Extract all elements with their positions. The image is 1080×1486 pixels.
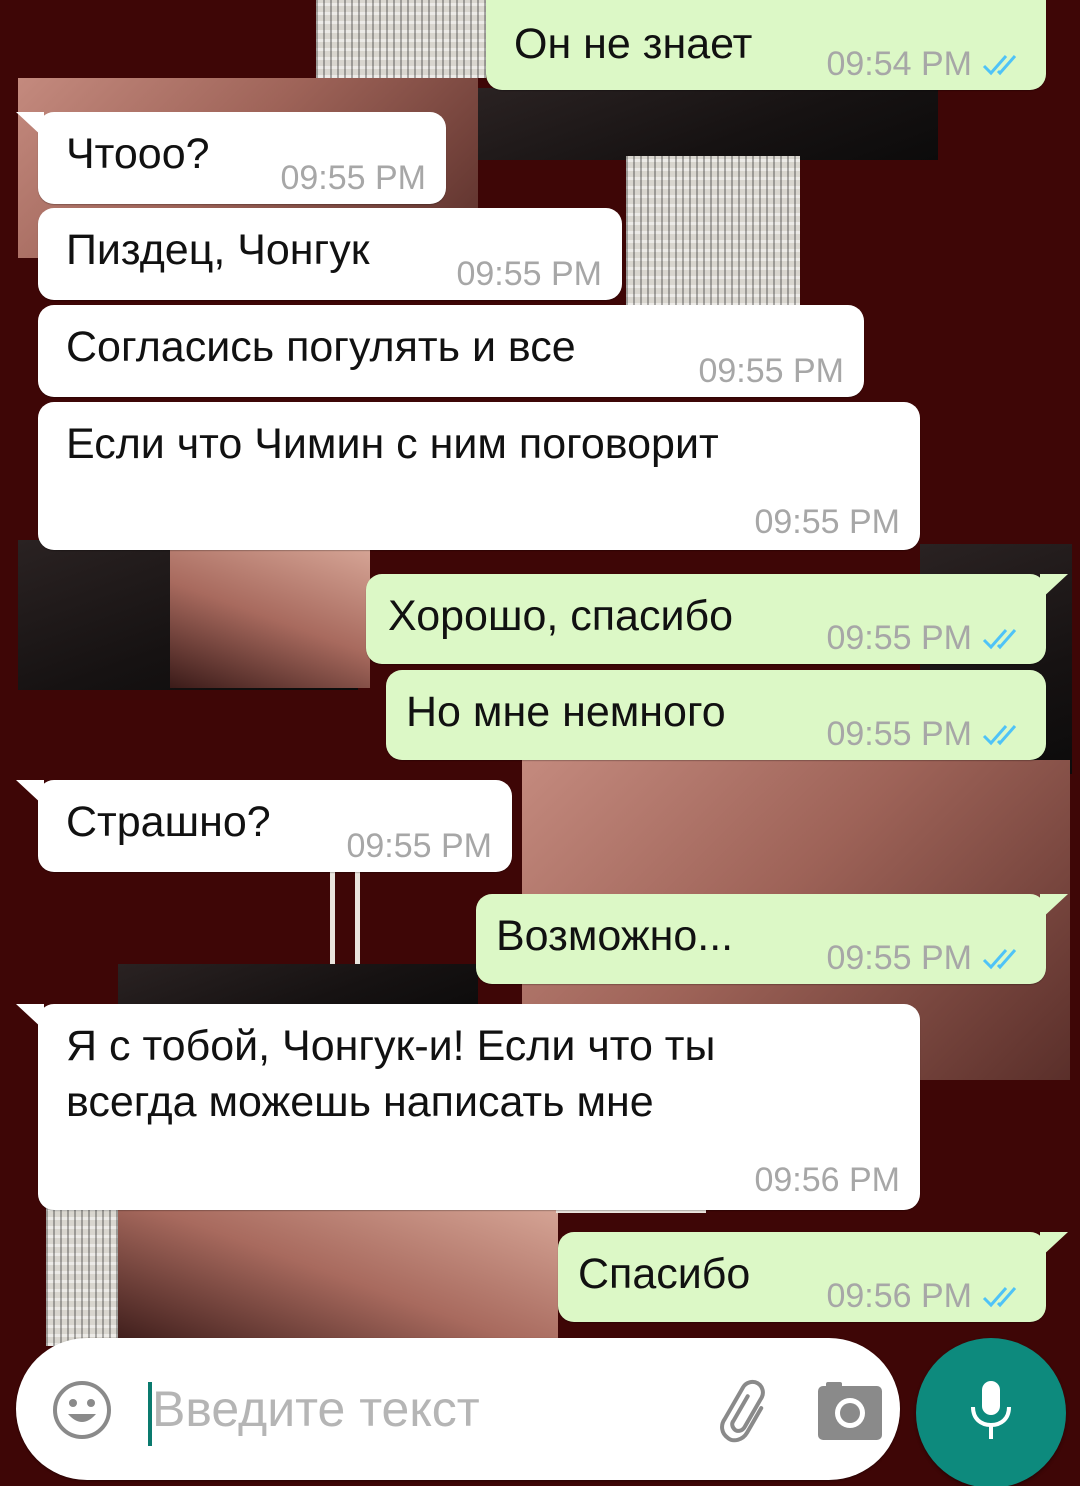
mic-button[interactable] bbox=[916, 1338, 1066, 1486]
message-text: Возможно... bbox=[496, 912, 734, 960]
message-time: 09:55 PM bbox=[826, 939, 972, 977]
message-bubble-outgoing[interactable]: Спасибо 09:56 PM bbox=[558, 1232, 1068, 1322]
read-ticks-icon bbox=[982, 626, 1024, 652]
message-text: Он не знает bbox=[514, 20, 753, 68]
read-ticks-icon bbox=[982, 946, 1024, 972]
message-time: 09:55 PM bbox=[280, 159, 426, 197]
message-bubble-incoming[interactable]: Чтооо? 09:55 PM bbox=[16, 112, 446, 204]
bubble-tail bbox=[16, 1004, 44, 1030]
message-meta: 09:56 PM bbox=[826, 1277, 1024, 1316]
bubble-tail bbox=[16, 112, 44, 138]
message-meta: 09:55 PM bbox=[826, 939, 1024, 978]
wallpaper-newspaper-scrap bbox=[316, 0, 486, 78]
read-ticks-icon bbox=[982, 1284, 1024, 1310]
wallpaper-newspaper-scrap bbox=[46, 1206, 118, 1346]
message-composer bbox=[16, 1338, 900, 1480]
paperclip-icon[interactable] bbox=[712, 1378, 782, 1448]
message-time: 09:55 PM bbox=[346, 827, 492, 865]
message-meta: 09:55 PM bbox=[826, 619, 1024, 658]
bubble-tail bbox=[1040, 574, 1068, 600]
message-input[interactable] bbox=[152, 1368, 682, 1450]
message-bubble-outgoing[interactable]: Хорошо, спасибо 09:55 PM bbox=[366, 574, 1068, 664]
read-ticks-icon bbox=[982, 722, 1024, 748]
message-meta: 09:55 PM bbox=[346, 827, 492, 866]
message-text: Страшно? bbox=[66, 798, 271, 846]
message-meta: 09:56 PM bbox=[754, 1161, 900, 1200]
message-text: Пиздец, Чонгук bbox=[66, 226, 370, 274]
wallpaper-photo-hands bbox=[170, 548, 370, 688]
message-meta: 09:55 PM bbox=[456, 255, 602, 294]
message-bubble-incoming[interactable]: Согласись погулять и все 09:55 PM bbox=[38, 305, 864, 397]
wallpaper-frame bbox=[556, 1208, 706, 1222]
bubble-tail bbox=[1040, 894, 1068, 920]
message-time: 09:54 PM bbox=[826, 45, 972, 83]
bubble-tail bbox=[16, 780, 44, 806]
message-text: Согласись погулять и все bbox=[66, 323, 576, 371]
message-bubble-incoming[interactable]: Я с тобой, Чонгук-и! Если что ты всегда … bbox=[16, 1004, 920, 1210]
wallpaper-photo-hands bbox=[118, 1206, 558, 1346]
message-meta: 09:55 PM bbox=[280, 159, 426, 198]
message-bubble-incoming[interactable]: Пиздец, Чонгук 09:55 PM bbox=[38, 208, 622, 300]
camera-icon[interactable] bbox=[816, 1380, 884, 1442]
message-time: 09:55 PM bbox=[754, 503, 900, 541]
message-time: 09:55 PM bbox=[826, 715, 972, 753]
message-meta: 09:54 PM bbox=[826, 45, 1024, 84]
message-text: Но мне немного bbox=[406, 688, 726, 736]
message-text: Хорошо, спасибо bbox=[388, 592, 734, 640]
read-ticks-icon bbox=[982, 52, 1024, 78]
message-bubble-incoming[interactable]: Если что Чимин с ним поговорит 09:55 PM bbox=[38, 402, 920, 550]
message-time: 09:55 PM bbox=[826, 619, 972, 657]
message-time: 09:55 PM bbox=[698, 352, 844, 390]
message-bubble-outgoing[interactable]: Но мне немного 09:55 PM bbox=[386, 670, 1046, 760]
message-meta: 09:55 PM bbox=[826, 715, 1024, 754]
message-bubble-outgoing[interactable]: Он не знает 09:54 PM bbox=[486, 0, 1046, 90]
message-bubble-incoming[interactable]: Страшно? 09:55 PM bbox=[16, 780, 512, 872]
message-bubble-outgoing[interactable]: Возможно... 09:55 PM bbox=[476, 894, 1068, 984]
message-time: 09:55 PM bbox=[456, 255, 602, 293]
wallpaper-frame bbox=[330, 872, 360, 964]
message-meta: 09:55 PM bbox=[754, 503, 900, 542]
smiley-icon[interactable] bbox=[50, 1378, 114, 1442]
message-meta: 09:55 PM bbox=[698, 352, 844, 391]
wallpaper-newspaper-scrap bbox=[626, 156, 800, 306]
message-time: 09:56 PM bbox=[826, 1277, 972, 1315]
message-time: 09:56 PM bbox=[754, 1161, 900, 1199]
message-text: Я с тобой, Чонгук-и! Если что ты всегда … bbox=[66, 1022, 728, 1126]
microphone-icon bbox=[966, 1379, 1016, 1448]
bubble-tail bbox=[1040, 1232, 1068, 1258]
message-text: Спасибо bbox=[578, 1250, 751, 1298]
message-text: Если что Чимин с ним поговорит bbox=[66, 420, 719, 468]
message-text: Чтооо? bbox=[66, 130, 210, 178]
wallpaper-photo-dark bbox=[478, 88, 938, 160]
